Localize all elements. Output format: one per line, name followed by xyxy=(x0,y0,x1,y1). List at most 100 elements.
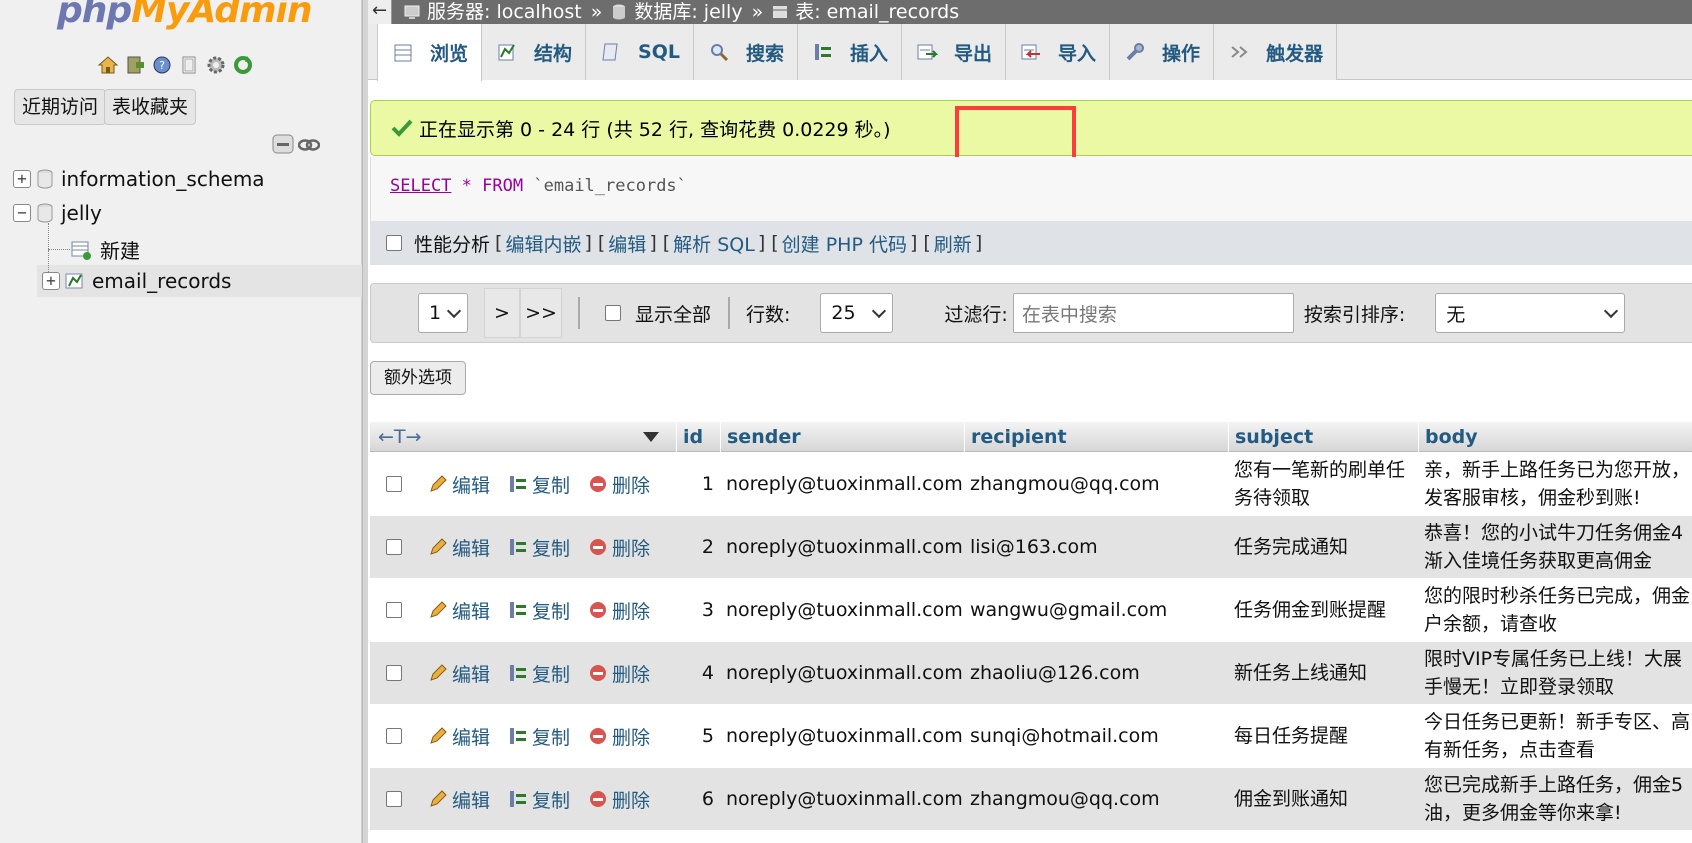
edit-row-button[interactable]: 编辑 xyxy=(428,579,490,641)
column-header-body[interactable]: body xyxy=(1418,422,1692,452)
query-tools: 性能分析 [编辑内嵌] [编辑] [解析 SQL] [创建 PHP 代码] [刷… xyxy=(370,221,1692,265)
pencil-icon xyxy=(428,789,448,809)
logout-icon[interactable] xyxy=(123,53,147,77)
delete-row-button[interactable]: 删除 xyxy=(588,516,650,578)
cell-subject: 您有一笔新的刷单任务待领取 xyxy=(1234,453,1416,515)
edit-query-link[interactable]: 编辑 xyxy=(608,230,646,257)
home-icon[interactable] xyxy=(96,53,120,77)
tree-table-email-records[interactable]: + email_records xyxy=(42,269,231,293)
tree-table-label[interactable]: email_records xyxy=(92,269,231,293)
tree-db-information-schema[interactable]: + information_schema xyxy=(13,167,265,191)
filter-rows-input[interactable]: 在表中搜索 xyxy=(1012,293,1294,333)
row-checkbox[interactable] xyxy=(386,665,402,681)
tab-structure[interactable]: 结构 xyxy=(482,24,587,80)
show-all-checkbox[interactable] xyxy=(605,305,621,321)
column-header-recipient[interactable]: recipient xyxy=(964,422,1228,452)
tab-import[interactable]: 导入 xyxy=(1006,24,1111,80)
expand-icon[interactable]: + xyxy=(42,272,60,290)
expand-icon[interactable]: + xyxy=(13,170,31,188)
delete-row-button[interactable]: 删除 xyxy=(588,768,650,830)
table-row: 编辑 复制 删除 2 noreply@tuoxinmall.com lisi@163.co… xyxy=(370,516,1692,578)
copy-row-button[interactable]: 复制 xyxy=(508,768,570,830)
explain-sql-link[interactable]: 解析 SQL xyxy=(673,230,755,257)
last-page-button[interactable]: >> xyxy=(520,288,562,338)
next-page-button[interactable]: > xyxy=(484,288,520,338)
delete-row-button[interactable]: 删除 xyxy=(588,453,650,515)
tab-triggers[interactable]: 触发器 xyxy=(1214,24,1338,80)
edit-row-button[interactable]: 编辑 xyxy=(428,642,490,704)
copy-row-button[interactable]: 复制 xyxy=(508,579,570,641)
bracket: ] xyxy=(649,232,657,254)
settings-gear-icon[interactable] xyxy=(204,53,228,77)
copy-row-button[interactable]: 复制 xyxy=(508,705,570,767)
tab-browse[interactable]: 浏览 xyxy=(377,24,483,81)
row-checkbox[interactable] xyxy=(386,539,402,555)
profiling-checkbox[interactable] xyxy=(386,235,402,251)
sql-keyword-select[interactable]: SELECT xyxy=(390,176,451,196)
cell-body: 亲，新手上路任务已为您开放，发客服审核，佣金秒到账! xyxy=(1424,453,1692,515)
tab-operations[interactable]: 操作 xyxy=(1110,24,1215,80)
collapse-all-icon[interactable] xyxy=(272,134,294,159)
refresh-link[interactable]: 刷新 xyxy=(934,230,972,257)
rows-per-page-select[interactable]: 25 xyxy=(820,293,894,333)
edit-row-button[interactable]: 编辑 xyxy=(428,453,490,515)
bracket: ] xyxy=(757,232,766,254)
tab-insert[interactable]: 插入 xyxy=(798,24,903,80)
server-icon xyxy=(404,5,420,19)
edit-row-button[interactable]: 编辑 xyxy=(428,768,490,830)
page-select[interactable]: 1 xyxy=(418,293,468,333)
row-checkbox[interactable] xyxy=(386,791,402,807)
breadcrumb-database[interactable]: 数据库: jelly xyxy=(634,1,742,23)
create-php-code-link[interactable]: 创建 PHP 代码 xyxy=(782,230,907,257)
row-checkbox[interactable] xyxy=(386,602,402,618)
favorite-tables-button[interactable]: 表收藏夹 xyxy=(104,89,197,125)
link-with-main-icon[interactable] xyxy=(297,136,321,157)
cell-body: 您已完成新手上路任务，佣金5油，更多佣金等你来拿! xyxy=(1424,768,1692,830)
column-header-subject[interactable]: subject xyxy=(1228,422,1418,452)
collapse-icon[interactable]: − xyxy=(13,204,31,222)
tab-export[interactable]: 导出 xyxy=(902,24,1007,80)
tree-new-table[interactable]: 新建 xyxy=(70,235,140,264)
breadcrumb-separator: » xyxy=(751,1,764,23)
breadcrumb: ← 服务器: localhost » 数据库: jelly » 表: email… xyxy=(368,0,1692,24)
tab-sql[interactable]: SQL xyxy=(586,24,694,80)
cell-recipient: zhangmou@qq.com xyxy=(970,473,1160,495)
back-arrow-icon[interactable]: ← xyxy=(368,0,392,24)
recent-tables-button[interactable]: 近期访问 xyxy=(14,89,107,125)
edit-row-button[interactable]: 编辑 xyxy=(428,516,490,578)
sort-by-index-select[interactable]: 无 xyxy=(1435,293,1626,333)
tree-new-label[interactable]: 新建 xyxy=(100,235,140,264)
edit-inline-link[interactable]: 编辑内嵌 xyxy=(505,230,581,257)
copy-row-button[interactable]: 复制 xyxy=(508,516,570,578)
structure-icon xyxy=(496,41,518,63)
row-count-message: 正在显示第 0 - 24 行 (共 52 行, 查询花费 0.0229 秒。) xyxy=(419,118,891,141)
tree-db-label[interactable]: information_schema xyxy=(61,167,265,191)
docs-icon[interactable] xyxy=(177,53,201,77)
row-checkbox[interactable] xyxy=(386,476,402,492)
delete-row-button[interactable]: 删除 xyxy=(588,642,650,704)
table-header: ←T→ id sender recipient subject body xyxy=(370,422,1692,452)
phpmyadmin-logo[interactable]: phpMyAdmin xyxy=(57,0,312,31)
reload-icon[interactable] xyxy=(231,53,255,77)
search-icon xyxy=(708,41,730,63)
row-checkbox[interactable] xyxy=(386,728,402,744)
column-header-sender[interactable]: sender xyxy=(720,422,964,452)
delete-icon xyxy=(588,474,608,494)
show-all-label: 显示全部 xyxy=(635,303,712,326)
breadcrumb-server[interactable]: 服务器: localhost xyxy=(427,1,582,23)
copy-row-button[interactable]: 复制 xyxy=(508,453,570,515)
copy-row-button[interactable]: 复制 xyxy=(508,642,570,704)
delete-row-button[interactable]: 删除 xyxy=(588,705,650,767)
breadcrumb-table[interactable]: 表: email_records xyxy=(795,1,959,23)
body-text: 亲，新手上路任务已为您开放，发客服审核，佣金秒到账! xyxy=(1424,459,1691,509)
extra-options-button[interactable]: 额外选项 xyxy=(370,361,466,395)
tree-db-jelly[interactable]: − jelly xyxy=(13,201,102,225)
delete-row-button[interactable]: 删除 xyxy=(588,579,650,641)
edit-row-button[interactable]: 编辑 xyxy=(428,705,490,767)
column-header-id[interactable]: id xyxy=(676,422,720,452)
sort-dropdown-icon[interactable] xyxy=(642,431,660,443)
tab-search[interactable]: 搜索 xyxy=(693,24,798,80)
column-resize-arrows[interactable]: ←T→ xyxy=(370,422,670,452)
tree-db-label[interactable]: jelly xyxy=(61,201,102,225)
help-icon[interactable]: ? xyxy=(150,53,174,77)
